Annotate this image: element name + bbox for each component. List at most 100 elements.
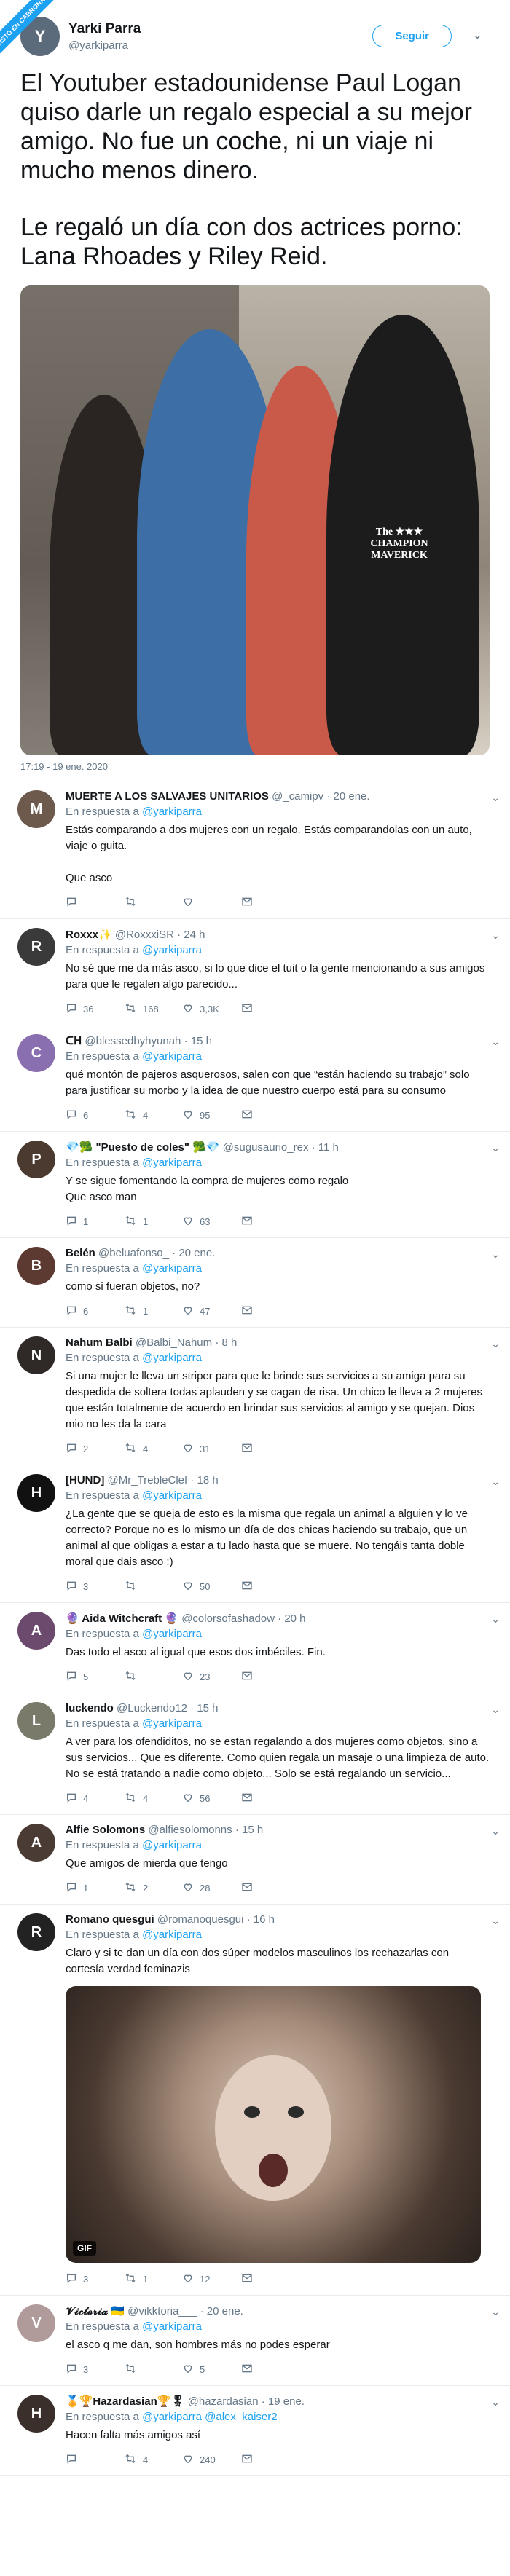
chevron-down-icon[interactable]: ⌄ bbox=[491, 929, 500, 942]
chevron-down-icon[interactable]: ⌄ bbox=[473, 28, 482, 42]
avatar[interactable]: A bbox=[17, 1824, 55, 1862]
reply-author-name[interactable]: Alfie Solomons bbox=[66, 1824, 145, 1836]
chevron-down-icon[interactable]: ⌄ bbox=[491, 1248, 500, 1261]
author-name[interactable]: Yarki Parra bbox=[68, 21, 141, 37]
avatar[interactable]: L bbox=[17, 1702, 55, 1740]
reply-button[interactable]: 1 bbox=[66, 1881, 124, 1895]
reply-author-handle[interactable]: @Balbi_Nahum bbox=[136, 1336, 212, 1349]
reply-tweet[interactable]: V 𝓥𝓲𝓬𝓽𝓸𝓻𝓲𝓪 🇺🇦 @vikktoria___ · 20 ene. ⌄ … bbox=[0, 2296, 510, 2386]
chevron-down-icon[interactable]: ⌄ bbox=[491, 792, 500, 804]
like-button[interactable]: 95 bbox=[182, 1108, 240, 1122]
reply-author-name[interactable]: Roxxx✨ bbox=[66, 929, 112, 941]
retweet-button[interactable]: 168 bbox=[124, 1002, 182, 1016]
reply-button[interactable]: 36 bbox=[66, 1002, 124, 1016]
like-button[interactable]: 23 bbox=[182, 1670, 240, 1684]
like-button[interactable]: 5 bbox=[182, 2363, 240, 2376]
reply-button[interactable]: 4 bbox=[66, 1792, 124, 1805]
reply-author-name[interactable]: 𝓥𝓲𝓬𝓽𝓸𝓻𝓲𝓪 🇺🇦 bbox=[66, 2305, 125, 2317]
tweet-timestamp[interactable]: 17:19 - 19 ene. 2020 bbox=[20, 761, 490, 772]
author-handle[interactable]: @yarkiparra bbox=[68, 39, 141, 52]
avatar[interactable]: R bbox=[17, 928, 55, 966]
avatar[interactable]: N bbox=[17, 1336, 55, 1374]
reply-tweet[interactable]: N Nahum Balbi @Balbi_Nahum · 8 h ⌄ En re… bbox=[0, 1328, 510, 1465]
reply-author-handle[interactable]: @Luckendo12 bbox=[117, 1702, 187, 1714]
reply-button[interactable]: 6 bbox=[66, 1304, 124, 1318]
reply-date[interactable]: · 18 h bbox=[190, 1474, 218, 1486]
direct-message-button[interactable] bbox=[240, 896, 299, 910]
reply-mention[interactable]: @yarkiparra bbox=[142, 1489, 202, 1502]
reply-mention[interactable]: @yarkiparra bbox=[142, 1262, 202, 1275]
reply-author-name[interactable]: 💎🥦 "Puesto de coles" 🥦💎 bbox=[66, 1141, 219, 1154]
reply-button[interactable]: 1 bbox=[66, 1215, 124, 1229]
chevron-down-icon[interactable]: ⌄ bbox=[491, 2306, 500, 2318]
reply-date[interactable]: · 19 ene. bbox=[262, 2395, 305, 2408]
avatar[interactable]: A bbox=[17, 1612, 55, 1650]
like-button[interactable]: 28 bbox=[182, 1881, 240, 1895]
retweet-button[interactable] bbox=[124, 896, 182, 910]
avatar[interactable]: B bbox=[17, 1247, 55, 1285]
reply-tweet[interactable]: H 🏅🏆Hazardasian🏆🎖 @hazardasian · 19 ene.… bbox=[0, 2386, 510, 2476]
reply-date[interactable]: · 20 ene. bbox=[172, 1247, 215, 1259]
avatar[interactable]: C bbox=[17, 1034, 55, 1072]
reply-date[interactable]: · 15 h bbox=[190, 1702, 218, 1714]
reply-author-handle[interactable]: @beluafonso_ bbox=[98, 1247, 169, 1259]
reply-author-handle[interactable]: @Mr_TrebleClef bbox=[108, 1474, 188, 1486]
direct-message-button[interactable] bbox=[240, 1442, 299, 1456]
reply-author-name[interactable]: Romano quesgui bbox=[66, 1913, 154, 1926]
chevron-down-icon[interactable]: ⌄ bbox=[491, 1338, 500, 1350]
reply-mention[interactable]: @yarkiparra bbox=[142, 1352, 202, 1364]
reply-button[interactable] bbox=[66, 896, 124, 910]
reply-date[interactable]: · 8 h bbox=[215, 1336, 237, 1349]
like-button[interactable]: 3,3K bbox=[182, 1002, 240, 1016]
reply-author-handle[interactable]: @vikktoria___ bbox=[128, 2305, 197, 2317]
like-button[interactable]: 50 bbox=[182, 1580, 240, 1594]
reply-date[interactable]: · 11 h bbox=[312, 1141, 339, 1154]
like-button[interactable]: 63 bbox=[182, 1215, 240, 1229]
reply-date[interactable]: · 15 h bbox=[184, 1035, 212, 1047]
reply-author-name[interactable]: MUERTE A LOS SALVAJES UNITARIOS bbox=[66, 790, 269, 803]
reply-author-handle[interactable]: @hazardasian bbox=[188, 2395, 259, 2408]
direct-message-button[interactable] bbox=[240, 1580, 299, 1594]
direct-message-button[interactable] bbox=[240, 1792, 299, 1805]
reply-author-handle[interactable]: @romanoquesgui bbox=[157, 1913, 244, 1926]
direct-message-button[interactable] bbox=[240, 1215, 299, 1229]
like-button[interactable] bbox=[182, 896, 240, 910]
reply-mention[interactable]: @yarkiparra bbox=[142, 1717, 202, 1730]
direct-message-button[interactable] bbox=[240, 1304, 299, 1318]
reply-date[interactable]: · 20 ene. bbox=[200, 2305, 243, 2317]
reply-author-name[interactable]: Nahum Balbi bbox=[66, 1336, 133, 1349]
reply-date[interactable]: · 20 h bbox=[278, 1612, 305, 1625]
reply-button[interactable]: 3 bbox=[66, 2363, 124, 2376]
reply-button[interactable]: 3 bbox=[66, 1580, 124, 1594]
reply-mention[interactable]: @yarkiparra bbox=[142, 806, 202, 818]
reply-tweet[interactable]: R Roxxx✨ @RoxxxiSR · 24 h ⌄ En respuesta… bbox=[0, 919, 510, 1025]
chevron-down-icon[interactable]: ⌄ bbox=[491, 1476, 500, 1488]
chevron-down-icon[interactable]: ⌄ bbox=[491, 1142, 500, 1154]
chevron-down-icon[interactable]: ⌄ bbox=[491, 1703, 500, 1716]
direct-message-button[interactable] bbox=[240, 2453, 299, 2467]
direct-message-button[interactable] bbox=[240, 1881, 299, 1895]
reply-button[interactable]: 5 bbox=[66, 1670, 124, 1684]
reply-author-name[interactable]: Belén bbox=[66, 1247, 95, 1259]
reply-tweet[interactable]: M MUERTE A LOS SALVAJES UNITARIOS @_cami… bbox=[0, 781, 510, 919]
reply-gif[interactable]: GIF bbox=[66, 1986, 481, 2263]
reply-mention[interactable]: @yarkiparra bbox=[142, 1839, 202, 1851]
chevron-down-icon[interactable]: ⌄ bbox=[491, 1036, 500, 1048]
retweet-button[interactable] bbox=[124, 1670, 182, 1684]
chevron-down-icon[interactable]: ⌄ bbox=[491, 1613, 500, 1626]
direct-message-button[interactable] bbox=[240, 1002, 299, 1016]
reply-author-name[interactable]: 🔮 Aida Witchcraft 🔮 bbox=[66, 1612, 178, 1625]
reply-date[interactable]: · 15 h bbox=[235, 1824, 263, 1836]
avatar[interactable]: M bbox=[17, 790, 55, 828]
reply-mention[interactable]: @yarkiparra bbox=[142, 1157, 202, 1169]
like-button[interactable]: 31 bbox=[182, 1442, 240, 1456]
reply-tweet[interactable]: R Romano quesgui @romanoquesgui · 16 h ⌄… bbox=[0, 1905, 510, 2296]
reply-tweet[interactable]: L luckendo @Luckendo12 · 15 h ⌄ En respu… bbox=[0, 1693, 510, 1815]
reply-mention[interactable]: @yarkiparra bbox=[142, 1050, 202, 1063]
retweet-button[interactable]: 1 bbox=[124, 1304, 182, 1318]
retweet-button[interactable]: 1 bbox=[124, 2272, 182, 2286]
like-button[interactable]: 47 bbox=[182, 1304, 240, 1318]
retweet-button[interactable]: 4 bbox=[124, 1792, 182, 1805]
avatar[interactable]: H bbox=[17, 2395, 55, 2433]
reply-date[interactable]: · 20 ene. bbox=[326, 790, 369, 803]
